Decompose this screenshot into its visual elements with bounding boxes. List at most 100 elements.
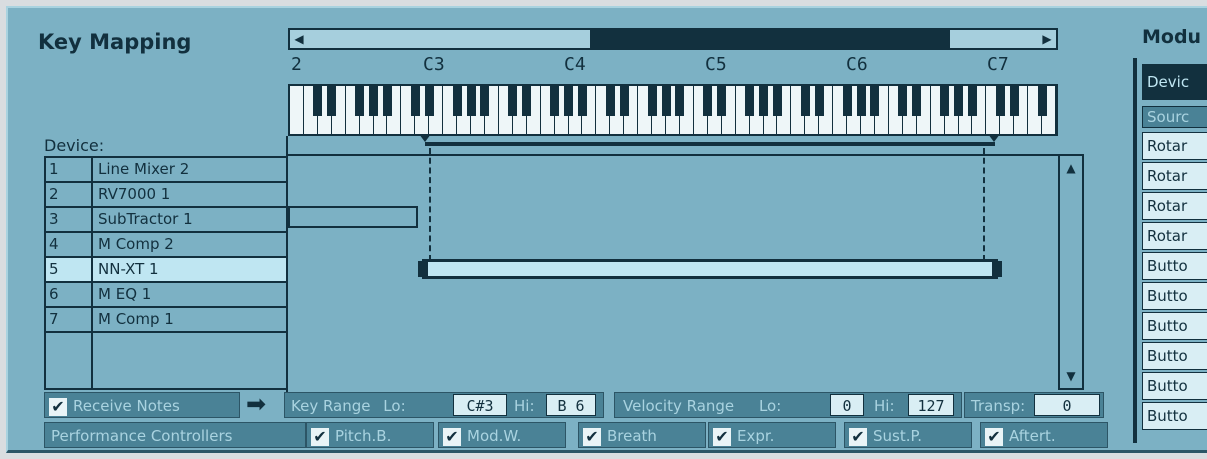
device-row[interactable]: 4 M Comp 2 [46,233,286,258]
scroll-right-icon[interactable]: ▶ [1038,30,1056,48]
key-lo-value[interactable]: C#3 [453,394,507,416]
device-row[interactable]: 7 M Comp 1 [46,308,286,333]
mod-device-header[interactable]: Devic [1142,64,1207,100]
black-key[interactable] [508,86,518,116]
black-key[interactable] [410,86,420,116]
scroll-thumb[interactable] [590,30,950,48]
check-icon: ✔ [443,427,461,446]
device-name: RV7000 1 [98,185,171,203]
black-key[interactable] [940,86,950,116]
black-key[interactable] [369,86,379,116]
mod-source-item[interactable]: Butto [1142,282,1207,310]
device-list[interactable]: 1 Line Mixer 2 2 RV7000 1 3 SubTractor 1 4 M… [44,156,288,390]
black-key[interactable] [745,86,755,116]
black-key[interactable] [1037,86,1047,116]
black-key[interactable] [577,86,587,116]
device-name: NN-XT 1 [98,260,159,278]
black-key[interactable] [800,86,810,116]
black-key[interactable] [675,86,685,116]
mod-wheel-toggle[interactable]: ✔ Mod.W. [438,422,566,448]
black-key[interactable] [772,86,782,116]
device-row[interactable]: 6 M EQ 1 [46,283,286,308]
mod-source-header: Sourc [1142,106,1207,128]
mod-source-item[interactable]: Rotar [1142,132,1207,160]
black-key[interactable] [856,86,866,116]
octave-label: C4 [564,54,586,75]
column-separator [91,156,93,390]
key-range-top-bar[interactable] [425,142,995,146]
range-lo-handle-icon[interactable] [419,134,431,142]
black-key[interactable] [313,86,323,116]
black-key[interactable] [355,86,365,116]
white-key[interactable] [290,86,304,134]
black-key[interactable] [382,86,392,116]
check-icon: ✔ [985,427,1003,446]
key-hi-value[interactable]: B 6 [546,394,596,416]
device-name: M Comp 2 [98,235,174,253]
black-key[interactable] [717,86,727,116]
black-key[interactable] [480,86,490,116]
sustain-pedal-toggle[interactable]: ✔ Sust.P. [844,422,972,448]
mod-source-item[interactable]: Rotar [1142,192,1207,220]
mod-source-item[interactable]: Butto [1142,342,1207,370]
device-row-selected[interactable]: 5 NN-XT 1 [46,258,286,283]
black-key[interactable] [967,86,977,116]
mod-source-item[interactable]: Rotar [1142,222,1207,250]
vel-lo-value[interactable]: 0 [830,394,864,416]
scroll-down-icon[interactable]: ▼ [1060,366,1082,386]
aftertouch-toggle[interactable]: ✔ Aftert. [980,422,1108,448]
subtractor-range-bar[interactable] [288,206,418,228]
pitch-bend-label: Pitch.B. [335,427,392,445]
black-key[interactable] [647,86,657,116]
vel-lo-label: Lo: [758,397,782,415]
black-key[interactable] [619,86,629,116]
range-hi-handle-icon[interactable] [988,134,1000,142]
mod-source-item[interactable]: Rotar [1142,162,1207,190]
black-key[interactable] [842,86,852,116]
device-name: Line Mixer 2 [98,160,190,178]
black-key[interactable] [898,86,908,116]
device-row[interactable]: 1 Line Mixer 2 [46,158,286,183]
black-key[interactable] [703,86,713,116]
vel-hi-value[interactable]: 127 [908,394,954,416]
black-key[interactable] [814,86,824,116]
device-num: 5 [49,260,59,278]
expression-toggle[interactable]: ✔ Expr. [708,422,836,448]
transpose-label: Transp: [971,397,1026,415]
black-key[interactable] [954,86,963,116]
keyboard-scrollbar[interactable]: ◀ ▶ [288,28,1058,50]
scroll-up-icon[interactable]: ▲ [1060,158,1082,178]
device-row[interactable]: 2 RV7000 1 [46,183,286,208]
black-key[interactable] [522,86,532,116]
device-num: 2 [49,185,59,203]
mod-source-item[interactable]: Butto [1142,402,1207,430]
mod-source-item[interactable]: Butto [1142,372,1207,400]
black-key[interactable] [995,86,1005,116]
black-key[interactable] [912,86,922,116]
scroll-left-icon[interactable]: ◀ [290,30,308,48]
black-key[interactable] [550,86,560,116]
black-key[interactable] [564,86,574,116]
black-key[interactable] [870,86,880,116]
key-mapping-title: Key Mapping [38,30,192,54]
piano-keyboard[interactable] [288,84,1058,136]
modulation-title: Modu [1142,26,1202,48]
breath-toggle[interactable]: ✔ Breath [578,422,706,448]
black-key[interactable] [424,86,434,116]
black-key[interactable] [605,86,615,116]
pitch-bend-toggle[interactable]: ✔ Pitch.B. [306,422,434,448]
device-vertical-scrollbar[interactable]: ▲ ▼ [1058,154,1084,390]
selected-key-range-bar[interactable] [422,259,998,279]
mod-source-item[interactable]: Butto [1142,252,1207,280]
black-key[interactable] [759,86,769,116]
black-key[interactable] [452,86,462,116]
receive-notes-toggle[interactable]: ✔ Receive Notes [44,392,240,418]
black-key[interactable] [1009,86,1019,116]
mod-source-item[interactable]: Butto [1142,312,1207,340]
device-row[interactable]: 3 SubTractor 1 [46,208,286,233]
black-key[interactable] [327,86,337,116]
transpose-value[interactable]: 0 [1034,394,1100,416]
black-key[interactable] [466,86,476,116]
black-key[interactable] [661,86,671,116]
check-icon: ✔ [49,397,67,416]
